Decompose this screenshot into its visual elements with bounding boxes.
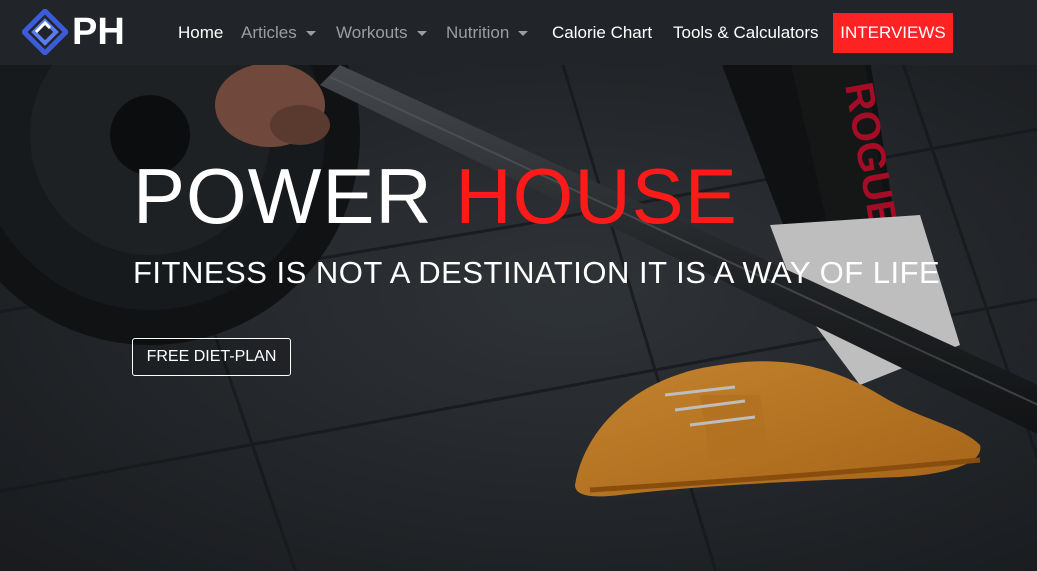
brand-logo[interactable]: PH [22,6,125,58]
brand-text: PH [72,11,125,53]
chevron-down-icon [416,31,427,36]
nav-home[interactable]: Home [178,0,223,65]
top-navbar: PH Home Articles Workouts Nutrition Calo… [0,0,1037,65]
hero-title: POWER HOUSE [133,157,738,235]
hero-title-power: POWER [133,152,433,240]
hero-tagline: FITNESS IS NOT A DESTINATION IT IS A WAY… [133,255,941,290]
hero-banner: ROGUE POWER HOUSE FITNESS IS NOT A DESTI… [0,65,1037,571]
hero-title-house: HOUSE [455,152,738,240]
nav-interviews-button[interactable]: INTERVIEWS [833,13,953,53]
hero-background-image: ROGUE [0,65,1037,571]
nav-workouts-dropdown[interactable]: Workouts [336,0,427,65]
nav-nutrition-label: Nutrition [446,22,510,42]
nav-articles-dropdown[interactable]: Articles [241,0,316,65]
nav-calorie-chart[interactable]: Calorie Chart [552,0,652,65]
nav-workouts-label: Workouts [336,22,408,42]
ph-diamond-logo-icon [22,9,68,55]
nav-articles-label: Articles [241,22,297,42]
chevron-down-icon [518,31,529,36]
nav-tools-calculators[interactable]: Tools & Calculators [673,0,819,65]
free-diet-plan-button[interactable]: FREE DIET-PLAN [132,338,291,376]
nav-nutrition-dropdown[interactable]: Nutrition [446,0,529,65]
chevron-down-icon [305,31,316,36]
